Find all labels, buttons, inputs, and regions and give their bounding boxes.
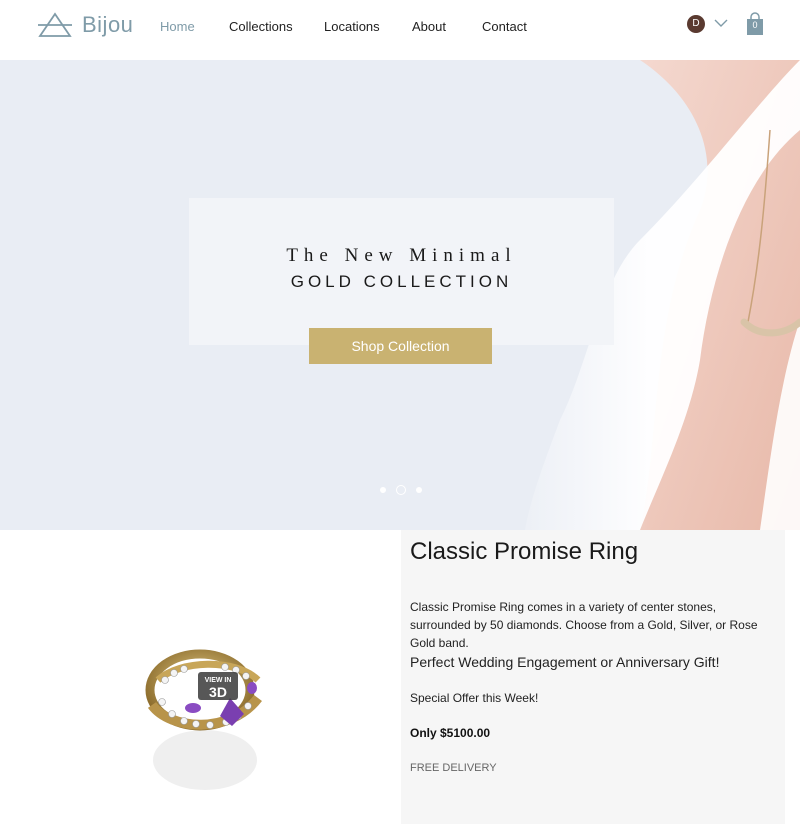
- product-description: Classic Promise Ring comes in a variety …: [410, 600, 758, 650]
- special-offer-text: Special Offer this Week!: [410, 691, 539, 705]
- slide-dot-3[interactable]: [416, 487, 422, 493]
- logo-text: Bijou: [82, 12, 134, 37]
- nav-home[interactable]: Home: [160, 19, 195, 34]
- chevron-down-icon[interactable]: [714, 18, 728, 28]
- shop-collection-button[interactable]: Shop Collection: [309, 328, 492, 364]
- user-avatar[interactable]: D: [687, 15, 705, 33]
- nav-about[interactable]: About: [412, 19, 446, 34]
- svg-text:3D: 3D: [209, 684, 227, 700]
- product-info-panel: [401, 530, 785, 824]
- hero-banner: The New Minimal GOLD COLLECTION Shop Col…: [0, 60, 800, 530]
- cart-count: 0: [752, 20, 758, 30]
- slideshow-dots: [376, 484, 424, 496]
- product-price: Only $5100.00: [410, 726, 491, 740]
- logo[interactable]: Bijou: [38, 10, 133, 40]
- nav-locations[interactable]: Locations: [324, 19, 380, 34]
- triangle-logo-icon: [38, 12, 72, 37]
- site-header: Bijou Home Collections Locations About C…: [0, 0, 800, 60]
- view-in-3d-badge: VIEW IN: [205, 677, 232, 684]
- delivery-note: FREE DELIVERY: [410, 762, 497, 774]
- ring-3d-viewer[interactable]: VIEW IN 3D: [0, 530, 400, 824]
- slide-dot-2[interactable]: [396, 485, 406, 495]
- nav-collections[interactable]: Collections: [229, 19, 293, 34]
- nav-contact[interactable]: Contact: [482, 19, 527, 34]
- product-tagline: Perfect Wedding Engagement or Anniversar…: [410, 654, 720, 670]
- product-title: Classic Promise Ring: [410, 538, 639, 565]
- hero-subheading: GOLD COLLECTION: [290, 272, 513, 291]
- slide-dot-1[interactable]: [380, 487, 386, 493]
- product-image-area[interactable]: VIEW IN 3D: [0, 530, 400, 824]
- hero-heading: The New Minimal: [286, 245, 517, 266]
